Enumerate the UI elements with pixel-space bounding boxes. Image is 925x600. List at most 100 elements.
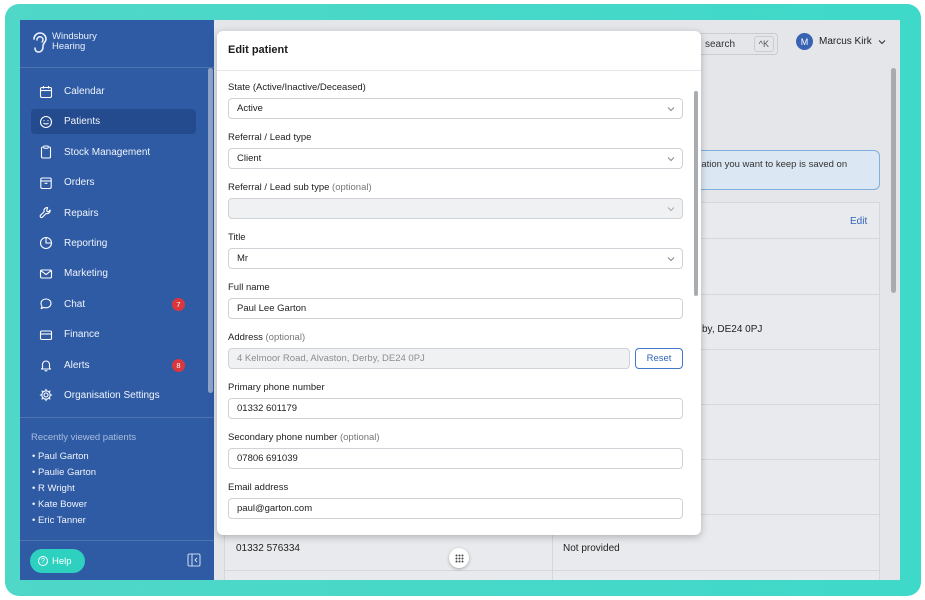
referral-subtype-select[interactable]	[228, 198, 683, 219]
sidebar-item-patients[interactable]: Patients	[31, 109, 196, 135]
info-banner: ormation you want to keep is saved on	[684, 150, 880, 190]
recent-patients-list: • Paul Garton • Paulie Garton • R Wright…	[32, 451, 96, 531]
recent-patient-link[interactable]: • Paulie Garton	[32, 467, 96, 483]
recent-patients-heading: Recently viewed patients	[31, 432, 137, 443]
primary-phone-field: Primary phone number 01332 601179	[228, 382, 683, 419]
recent-patient-link[interactable]: • R Wright	[32, 483, 96, 499]
app-screen: Windsbury Hearing Calendar Patients Stoc…	[20, 20, 900, 580]
sidebar-item-stock-management[interactable]: Stock Management	[31, 140, 196, 165]
sidebar-item-marketing[interactable]: Marketing	[31, 261, 196, 286]
state-field: State (Active/Inactive/Deceased) Active	[228, 82, 683, 119]
sidebar-item-label: Calendar	[64, 86, 105, 97]
full-name-input[interactable]: Paul Lee Garton	[228, 298, 683, 319]
full-name-label: Full name	[228, 282, 270, 293]
email-field: Email address paul@garton.com	[228, 482, 683, 519]
chevron-down-icon	[667, 257, 675, 262]
sidebar-item-orders[interactable]: Orders	[31, 170, 196, 195]
referral-subtype-field: Referral / Lead sub type (optional)	[228, 182, 683, 219]
mail-icon	[39, 269, 53, 279]
grid-dots-icon	[455, 554, 463, 562]
chevron-down-icon	[667, 207, 675, 212]
modal-scrollbar[interactable]	[694, 91, 698, 296]
sidebar-item-alerts[interactable]: Alerts 8	[31, 353, 196, 378]
chevron-down-icon	[667, 157, 675, 162]
sidebar-divider	[20, 540, 214, 541]
pie-chart-icon	[39, 237, 53, 250]
chevron-down-icon	[878, 39, 886, 44]
smile-icon	[39, 115, 53, 128]
sidebar-item-label: Organisation Settings	[64, 389, 160, 401]
state-label: State (Active/Inactive/Deceased)	[228, 82, 366, 93]
sidebar-item-label: Orders	[64, 177, 95, 189]
state-select[interactable]: Active	[228, 98, 683, 119]
secondary-phone-input[interactable]: 07806 691039	[228, 448, 683, 469]
email-label: Email address	[228, 482, 289, 493]
brand-name: Windsbury Hearing	[52, 31, 97, 52]
address-value: by, DE24 0PJ	[702, 324, 763, 335]
sidebar-item-organisation-settings[interactable]: Organisation Settings	[31, 383, 196, 408]
title-field: Title Mr	[228, 232, 683, 269]
edit-patient-modal: Edit patient State (Active/Inactive/Dece…	[217, 31, 701, 535]
secondary-phone-label: Secondary phone number (optional)	[228, 432, 380, 443]
sidebar-item-label: Chat	[64, 298, 86, 310]
phone-value: 01332 576334	[236, 543, 300, 554]
primary-phone-input[interactable]: 01332 601179	[228, 398, 683, 419]
referral-subtype-label: Referral / Lead sub type (optional)	[228, 182, 372, 193]
email-input[interactable]: paul@garton.com	[228, 498, 683, 519]
chat-count-badge: 7	[172, 297, 185, 311]
sidebar: Windsbury Hearing Calendar Patients Stoc…	[20, 20, 214, 580]
title-label: Title	[228, 232, 246, 243]
primary-phone-label: Primary phone number	[228, 382, 325, 393]
reset-address-button[interactable]: Reset	[635, 348, 683, 369]
avatar: M	[796, 33, 813, 50]
collapse-sidebar-icon[interactable]	[187, 553, 201, 567]
sidebar-item-chat[interactable]: Chat 7	[31, 292, 196, 317]
sidebar-item-label: Patients	[64, 116, 101, 128]
sidebar-scrollbar[interactable]	[208, 68, 213, 393]
modal-body: State (Active/Inactive/Deceased) Active …	[217, 71, 701, 535]
sidebar-item-repairs[interactable]: Repairs	[31, 201, 196, 226]
title-select[interactable]: Mr	[228, 248, 683, 269]
user-name: Marcus Kirk	[819, 36, 872, 47]
sidebar-item-label: Stock Management	[64, 146, 151, 158]
modal-title: Edit patient	[217, 31, 701, 71]
shortcut-hint: ^K	[753, 36, 774, 52]
sidebar-item-calendar[interactable]: Calendar	[31, 79, 196, 104]
box-icon	[40, 177, 52, 189]
referral-select[interactable]: Client	[228, 148, 683, 169]
sidebar-item-finance[interactable]: Finance	[31, 322, 196, 347]
user-menu[interactable]: M Marcus Kirk	[796, 33, 886, 50]
bell-icon	[40, 360, 52, 372]
recent-patient-link[interactable]: • Paul Garton	[32, 451, 96, 467]
sidebar-item-label: Reporting	[64, 237, 108, 249]
question-icon: ?	[38, 556, 48, 566]
search-label: search	[705, 38, 736, 50]
chevron-down-icon	[667, 107, 675, 112]
secondary-phone-value: Not provided	[563, 543, 620, 554]
clipboard-icon	[40, 145, 52, 159]
help-label: Help	[52, 555, 72, 567]
brand-logo[interactable]: Windsbury Hearing	[30, 30, 97, 54]
ear-logo-icon	[33, 32, 47, 53]
secondary-phone-field: Secondary phone number (optional) 07806 …	[228, 432, 683, 469]
address-input[interactable]: 4 Kelmoor Road, Alvaston, Derby, DE24 0P…	[228, 348, 630, 369]
calendar-icon	[39, 85, 53, 98]
sidebar-item-label: Alerts	[64, 359, 90, 371]
edit-link[interactable]: Edit	[850, 216, 867, 227]
referral-field: Referral / Lead type Client	[228, 132, 683, 169]
recent-patient-link[interactable]: • Eric Tanner	[32, 515, 96, 531]
sidebar-nav: Calendar Patients Stock Management Order…	[31, 79, 196, 413]
help-button[interactable]: ? Help	[30, 549, 85, 573]
global-search[interactable]: search ^K	[688, 33, 778, 55]
full-name-field: Full name Paul Lee Garton	[228, 282, 683, 319]
address-field: Address (optional) 4 Kelmoor Road, Alvas…	[228, 332, 683, 369]
recent-patient-link[interactable]: • Kate Bower	[32, 499, 96, 515]
quick-actions-button[interactable]	[449, 548, 469, 568]
sidebar-divider	[20, 417, 214, 418]
sidebar-item-reporting[interactable]: Reporting	[31, 231, 196, 256]
gear-icon	[39, 389, 53, 402]
referral-label: Referral / Lead type	[228, 132, 312, 143]
info-banner-text: ormation you want to keep is saved on	[685, 159, 848, 170]
card-icon	[39, 330, 53, 340]
main-scrollbar[interactable]	[891, 68, 896, 293]
